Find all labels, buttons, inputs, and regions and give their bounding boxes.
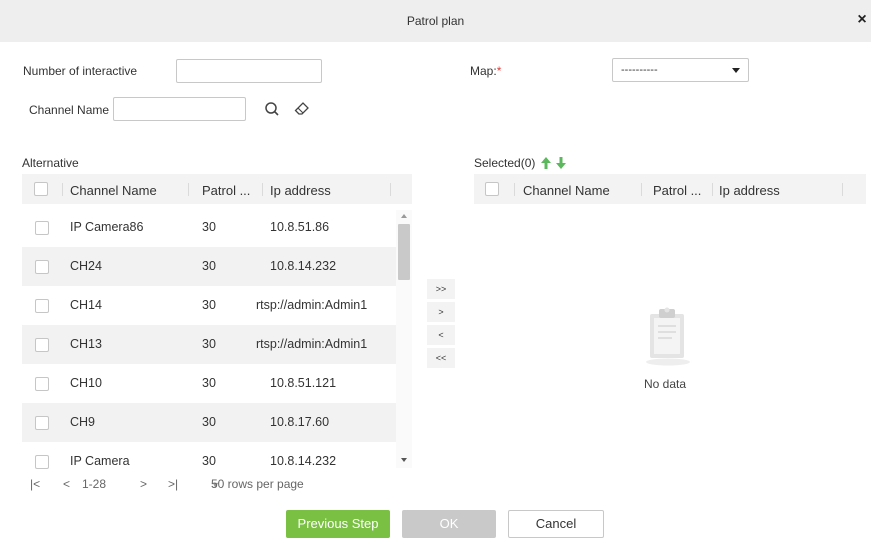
arrow-up-icon[interactable] [540, 157, 551, 169]
move-left-button[interactable]: < [427, 325, 455, 345]
next-page-icon[interactable]: > [140, 477, 147, 491]
column-ip-address[interactable]: Ip address [719, 183, 780, 198]
cell-channel-name: CH13 [70, 337, 102, 351]
interactive-label: Number of interactive [23, 64, 138, 78]
alternative-label: Alternative [22, 156, 79, 170]
cancel-button[interactable]: Cancel [508, 510, 604, 538]
ok-button[interactable]: OK [402, 510, 496, 538]
eraser-icon[interactable] [290, 97, 314, 121]
close-icon[interactable]: × [855, 12, 869, 28]
scrollbar-thumb[interactable] [398, 224, 410, 280]
cell-ip-address: 10.8.51.86 [270, 220, 330, 234]
column-patrol[interactable]: Patrol ... [653, 183, 701, 198]
column-channel-name[interactable]: Channel Name [523, 183, 610, 198]
last-page-icon[interactable]: >| [168, 477, 178, 491]
cell-patrol: 30 [202, 337, 216, 351]
cell-patrol: 30 [202, 415, 216, 429]
required-mark: * [496, 64, 502, 78]
map-label-text: Map: [470, 64, 497, 78]
cell-channel-name: CH10 [70, 376, 102, 390]
table-row[interactable]: IP Camera86 30 10.8.51.86 [22, 208, 397, 247]
first-page-icon[interactable]: |< [30, 477, 40, 491]
column-separator [712, 183, 713, 196]
column-ip-address[interactable]: Ip address [270, 183, 331, 198]
cell-ip-address: rtsp://admin:Admin1 [256, 337, 368, 351]
select-all-checkbox[interactable] [34, 182, 48, 196]
column-separator [188, 183, 189, 196]
row-checkbox[interactable] [35, 377, 49, 391]
clipboard-icon [644, 304, 692, 368]
column-channel-name[interactable]: Channel Name [70, 183, 157, 198]
rows-per-page-value: 50 rows per page [211, 477, 304, 491]
alternative-table-body: IP Camera86 30 10.8.51.86 CH24 30 10.8.1… [22, 208, 412, 472]
channel-name-label: Channel Name [29, 103, 110, 117]
cell-channel-name: CH14 [70, 298, 102, 312]
move-all-right-button[interactable]: >> [427, 279, 455, 299]
cell-ip-address: 10.8.14.232 [270, 454, 337, 468]
column-separator [641, 183, 642, 196]
cell-ip-address: 10.8.14.232 [270, 259, 337, 273]
cell-patrol: 30 [202, 220, 216, 234]
row-checkbox[interactable] [35, 416, 49, 430]
selected-label-group: Selected(0) [474, 156, 567, 170]
row-checkbox[interactable] [35, 299, 49, 313]
column-separator [262, 183, 263, 196]
column-separator [390, 183, 391, 196]
move-all-left-button[interactable]: << [427, 348, 455, 368]
map-select-value: ---------- [621, 64, 658, 76]
table-row[interactable]: CH13 30 rtsp://admin:Admin1 [22, 325, 397, 364]
cell-patrol: 30 [202, 259, 216, 273]
cell-channel-name: CH24 [70, 259, 102, 273]
arrow-down-icon[interactable] [556, 157, 567, 169]
cell-ip-address: 10.8.17.60 [270, 415, 330, 429]
scroll-down-icon[interactable] [401, 458, 407, 462]
table-row[interactable]: CH9 30 10.8.17.60 [22, 403, 397, 442]
column-separator [62, 183, 63, 196]
column-separator [842, 183, 843, 196]
selected-table-header: Channel Name Patrol ... Ip address [474, 174, 866, 204]
caret-down-icon [732, 68, 740, 73]
prev-page-icon[interactable]: < [63, 477, 70, 491]
page-range: 1-28 [82, 477, 107, 491]
dialog-title: Patrol plan [406, 14, 465, 28]
search-icon[interactable] [260, 97, 284, 121]
select-all-checkbox[interactable] [485, 182, 499, 196]
move-right-button[interactable]: > [427, 302, 455, 322]
cell-channel-name: IP Camera [70, 454, 130, 468]
empty-state-text: No data [643, 377, 687, 391]
alternative-table-header: Channel Name Patrol ... Ip address [22, 174, 412, 204]
table-row[interactable]: IP Camera 30 10.8.14.232 [22, 442, 397, 472]
table-row[interactable]: CH24 30 10.8.14.232 [22, 247, 397, 286]
channel-name-input[interactable] [113, 97, 246, 121]
row-checkbox[interactable] [35, 221, 49, 235]
cell-patrol: 30 [202, 298, 216, 312]
selected-label: Selected(0) [474, 156, 536, 170]
cell-channel-name: CH9 [70, 415, 96, 429]
column-separator [514, 183, 515, 196]
table-row[interactable]: CH14 30 rtsp://admin:Admin1 [22, 286, 397, 325]
cell-ip-address: 10.8.51.121 [270, 376, 337, 390]
cell-patrol: 30 [202, 454, 216, 468]
dialog-titlebar: Patrol plan × [0, 0, 871, 42]
cell-ip-address: rtsp://admin:Admin1 [256, 298, 368, 312]
column-patrol[interactable]: Patrol ... [202, 183, 250, 198]
row-checkbox[interactable] [35, 260, 49, 274]
previous-step-button[interactable]: Previous Step [286, 510, 390, 538]
map-label: Map:* [470, 64, 501, 78]
row-checkbox[interactable] [35, 455, 49, 469]
interactive-input[interactable] [176, 59, 322, 83]
row-checkbox[interactable] [35, 338, 49, 352]
table-row[interactable]: CH10 30 10.8.51.121 [22, 364, 397, 403]
cell-patrol: 30 [202, 376, 216, 390]
rows-per-page-select[interactable]: 50 rows per page ▼ [211, 477, 304, 491]
map-select[interactable]: ---------- [612, 58, 749, 82]
cell-channel-name: IP Camera86 [70, 220, 144, 234]
scroll-up-icon[interactable] [401, 214, 407, 218]
